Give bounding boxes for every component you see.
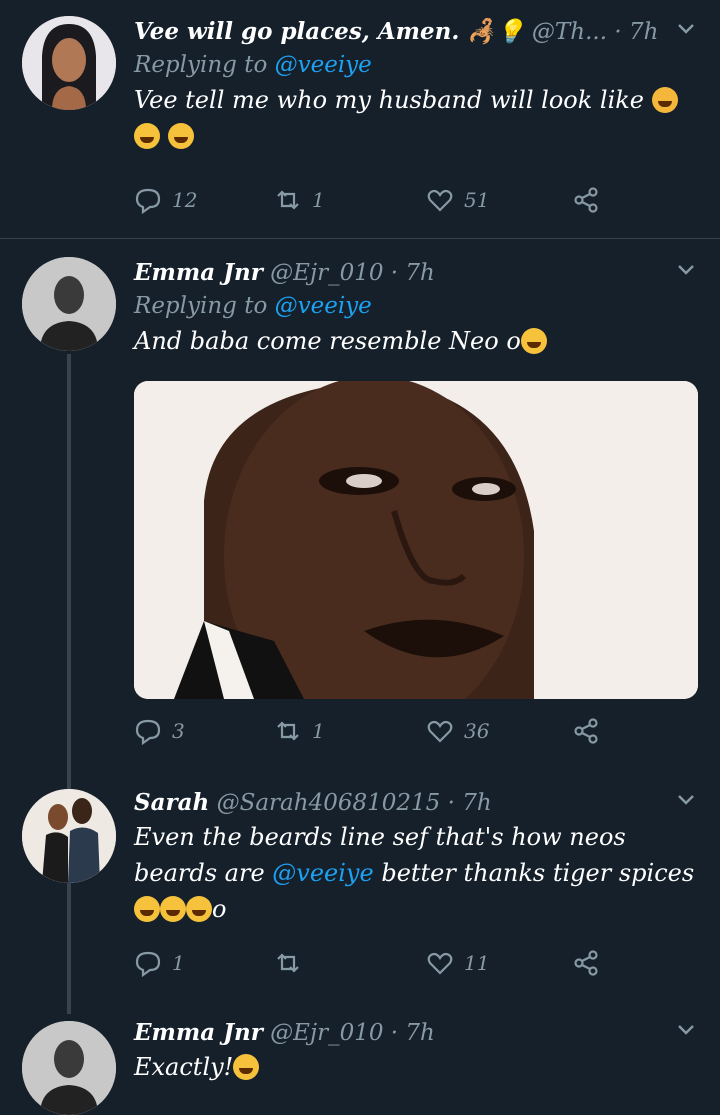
tweet-1[interactable]: Vee will go places, Amen. 🦂💡 @Th... · 7h… [0,0,720,238]
tweet-4[interactable]: Emma Jnr @Ejr_010 · 7h Exactly! [0,1005,720,1115]
tweet-actions: 1 11 [134,949,614,983]
tweet-2[interactable]: Emma Jnr @Ejr_010 · 7h Replying to @veei… [0,239,720,779]
reply-button[interactable]: 12 [134,186,197,214]
reply-count: 1 [172,951,185,975]
retweet-button[interactable] [274,949,312,977]
handle[interactable]: @Th... [532,19,607,45]
reply-icon [135,719,161,745]
display-name[interactable]: Emma Jnr [134,1019,263,1046]
tweet-header: Sarah @Sarah406810215 · 7h [134,787,700,819]
retweet-icon [277,953,299,973]
crying-emoji [651,87,678,113]
tweet-header: Vee will go places, Amen. 🦂💡 @Th... · 7h [134,16,700,48]
tweet-header: Emma Jnr @Ejr_010 · 7h [134,1017,700,1049]
retweet-count: 1 [312,188,325,212]
timestamp[interactable]: · 7h [391,260,435,286]
reply-button[interactable]: 1 [134,949,185,977]
handle[interactable]: @Ejr_010 [270,1020,383,1046]
grinning-sweat-emoji [134,896,160,922]
share-icon [574,187,598,213]
mention-link[interactable]: @veeiye [275,52,372,78]
tweet-actions: 12 1 51 [134,186,614,220]
chevron-down-icon[interactable] [674,257,698,290]
tweet-actions: 3 1 36 [134,717,614,751]
handle[interactable]: @Sarah406810215 [217,790,441,816]
retweet-count: 1 [312,719,325,743]
like-icon [427,952,453,975]
avatar[interactable] [22,257,116,351]
grinning-sweat-emoji [160,896,186,922]
like-count: 36 [464,719,490,743]
reply-count: 12 [172,188,198,212]
weary-emoji [134,123,160,149]
reply-icon [135,188,161,214]
display-name[interactable]: Vee will go places, Amen. 🦂💡 [134,18,525,45]
handle[interactable]: @Ejr_010 [270,260,383,286]
tweet-header: Emma Jnr @Ejr_010 · 7h [134,257,700,289]
avatar[interactable] [22,16,116,110]
mention-link[interactable]: @veeiye [275,293,372,319]
retweet-icon [277,190,299,210]
share-icon [574,950,598,976]
like-button[interactable]: 36 [426,717,489,745]
timestamp[interactable]: · 7h [448,790,492,816]
grinning-sweat-emoji [233,1054,260,1080]
chevron-down-icon[interactable] [674,1017,698,1050]
share-icon [574,718,598,744]
tweet-3[interactable]: Sarah @Sarah406810215 · 7h Even the bear… [0,779,720,999]
replying-to: Replying to @veeiye [134,293,372,319]
reply-button[interactable]: 3 [134,717,185,745]
like-count: 11 [464,951,490,975]
grinning-sweat-emoji [520,328,547,354]
retweet-button[interactable]: 1 [274,186,325,214]
avatar[interactable] [22,789,116,883]
tweet-text: Exactly! [134,1049,700,1085]
avatar[interactable] [22,1021,116,1115]
grinning-sweat-emoji [186,896,212,922]
like-icon [427,720,453,743]
share-button[interactable] [572,949,600,977]
share-button[interactable] [572,186,600,214]
retweet-icon [277,721,299,741]
like-button[interactable]: 51 [426,186,489,214]
timestamp[interactable]: · 7h [614,19,658,45]
weary-emoji [167,123,194,149]
tweet-text: And baba come resemble Neo o [134,323,700,359]
timestamp[interactable]: · 7h [391,1020,435,1046]
mention-link[interactable]: @veeiye [272,859,373,887]
share-button[interactable] [572,717,600,745]
like-button[interactable]: 11 [426,949,489,977]
reply-count: 3 [172,719,185,743]
reply-icon [135,951,161,977]
tweet-text: Vee tell me who my husband will look lik… [134,82,700,154]
display-name[interactable]: Sarah [134,789,209,816]
like-icon [427,189,453,212]
chevron-down-icon[interactable] [674,787,698,820]
replying-to: Replying to @veeiye [134,52,372,78]
display-name[interactable]: Emma Jnr [134,259,263,286]
retweet-button[interactable]: 1 [274,717,325,745]
tweet-image[interactable] [134,381,698,699]
tweet-text: Even the beards line sef that's how neos… [134,823,695,923]
like-count: 51 [464,188,490,212]
chevron-down-icon[interactable] [674,16,698,49]
